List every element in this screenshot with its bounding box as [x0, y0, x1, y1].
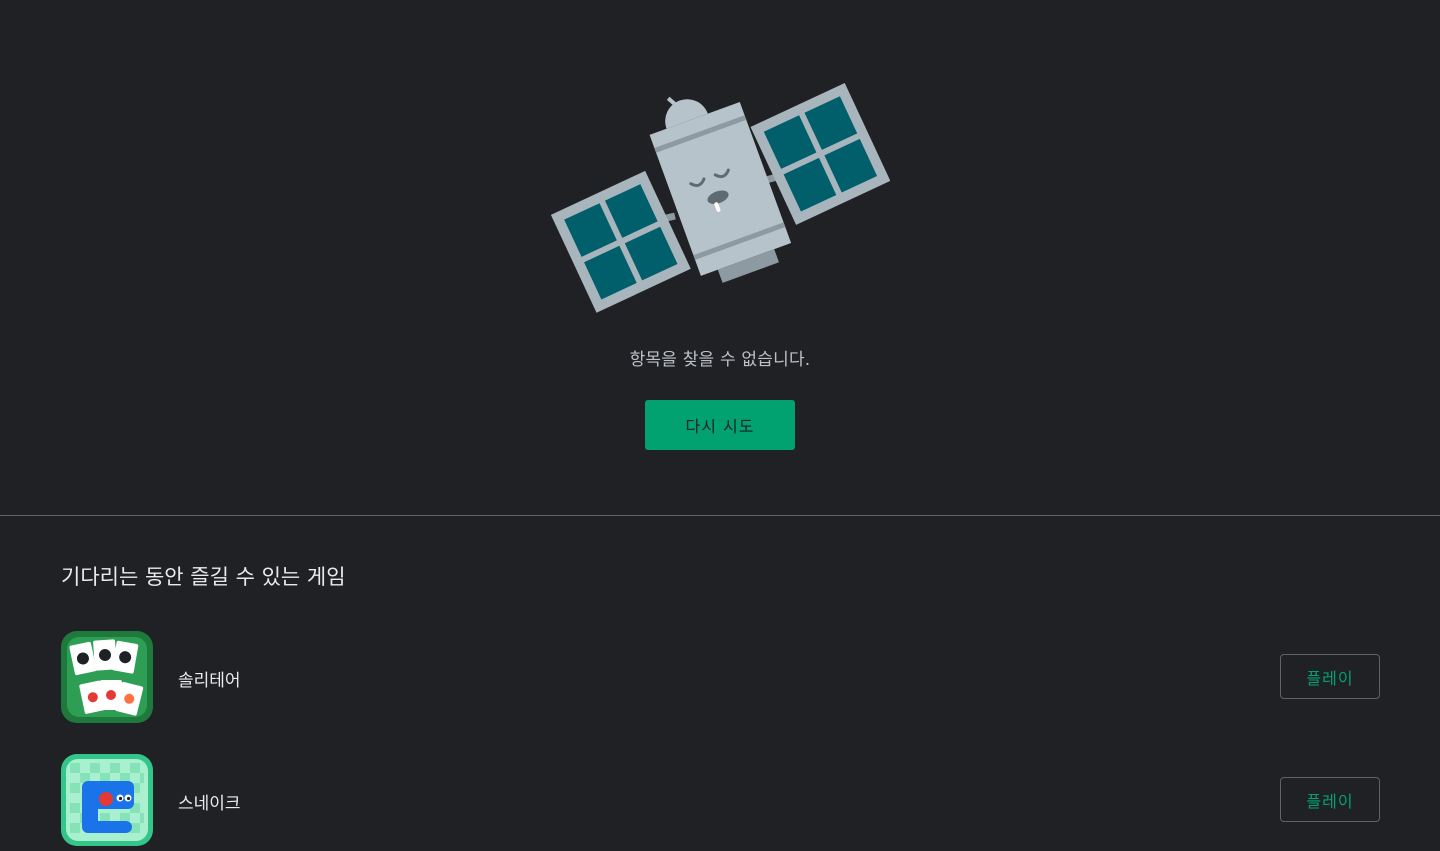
- retry-button[interactable]: 다시 시도: [645, 400, 795, 450]
- games-section-title: 기다리는 동안 즐길 수 있는 게임: [61, 565, 346, 589]
- section-divider: [0, 515, 1440, 516]
- play-solitaire-button[interactable]: 플레이: [1280, 654, 1380, 699]
- page: 항목을 찾을 수 없습니다. 다시 시도 기다리는 동안 즐길 수 있는 게임: [0, 0, 1440, 851]
- game-name: 솔리테어: [178, 671, 241, 691]
- sleeping-satellite-icon: [550, 82, 890, 313]
- snake-game-icon[interactable]: [60, 753, 154, 847]
- game-row-solitaire: 솔리테어 플레이: [60, 630, 1380, 724]
- game-name: 스네이크: [178, 794, 241, 814]
- play-snake-button[interactable]: 플레이: [1280, 777, 1380, 822]
- error-section: 항목을 찾을 수 없습니다. 다시 시도: [0, 0, 1440, 515]
- error-message: 항목을 찾을 수 없습니다.: [629, 350, 811, 370]
- solitaire-cards-icon[interactable]: [60, 630, 154, 724]
- game-row-snake: 스네이크 플레이: [60, 753, 1380, 847]
